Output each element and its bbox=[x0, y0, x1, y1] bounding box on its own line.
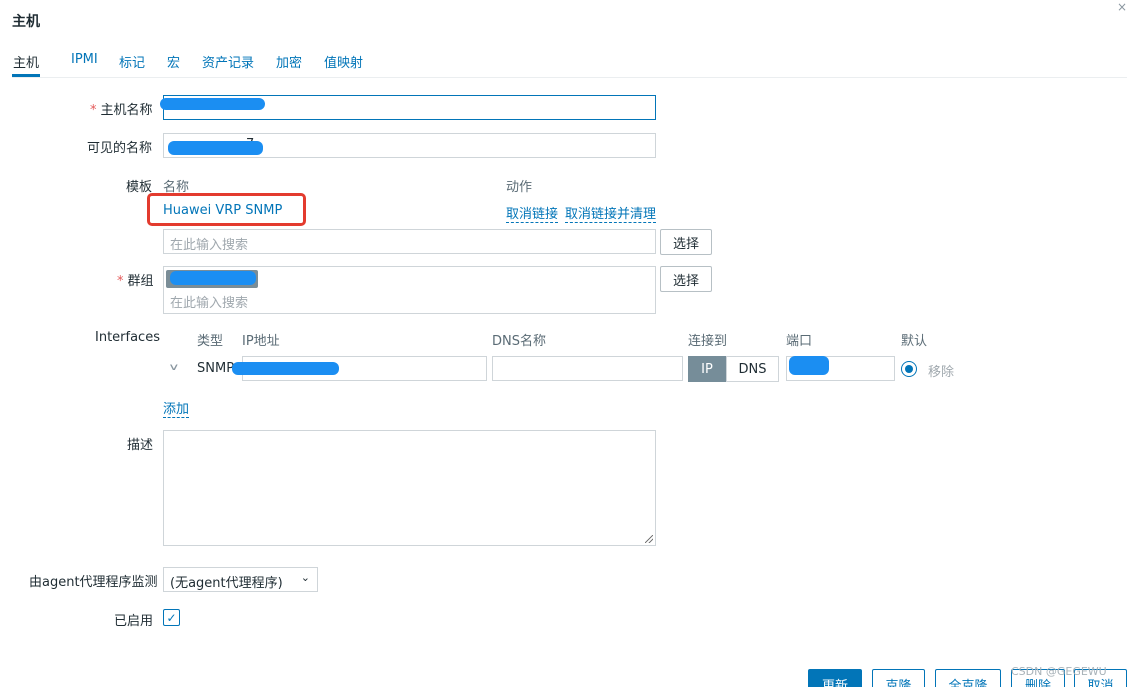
chevron-down-icon: ⌄ bbox=[300, 571, 310, 584]
proxy-value: (无agent代理程序) bbox=[170, 576, 283, 591]
redaction-mark bbox=[232, 362, 339, 375]
highlight-box bbox=[147, 193, 306, 226]
tab-inventory[interactable]: 资产记录 bbox=[202, 52, 254, 77]
host-dialog: 主机 × 主机 IPMI 标记 宏 资产记录 加密 值映射 * 主机名称 可见的名… bbox=[0, 0, 1127, 687]
resize-grip-icon[interactable] bbox=[645, 535, 653, 543]
iface-col-default: 默认 bbox=[901, 334, 928, 349]
iface-col-port: 端口 bbox=[786, 334, 813, 349]
iface-col-ip: IP地址 bbox=[242, 334, 280, 349]
template-search-placeholder: 在此输入搜索 bbox=[170, 238, 249, 253]
tab-tags[interactable]: 标记 bbox=[119, 52, 145, 77]
template-search-input[interactable]: 在此输入搜索 bbox=[163, 229, 656, 254]
full-clone-button[interactable]: 全克隆 bbox=[935, 669, 1001, 687]
redaction-mark bbox=[168, 141, 263, 155]
tab-value-mapping[interactable]: 值映射 bbox=[324, 52, 363, 77]
close-icon[interactable]: × bbox=[1117, 0, 1127, 14]
templates-col-action: 动作 bbox=[506, 180, 533, 195]
redaction-mark bbox=[160, 98, 265, 110]
unlink-link[interactable]: 取消链接 bbox=[506, 203, 559, 223]
enabled-label: 已启用 bbox=[114, 614, 154, 629]
redaction-mark bbox=[789, 356, 829, 375]
connect-dns-toggle[interactable]: DNS bbox=[726, 356, 779, 382]
iface-type: SNMP bbox=[197, 361, 235, 376]
tab-ipmi[interactable]: IPMI bbox=[71, 52, 98, 77]
iface-col-dns: DNS名称 bbox=[492, 334, 546, 349]
enabled-checkbox[interactable]: ✓ bbox=[163, 609, 180, 626]
tab-macros[interactable]: 宏 bbox=[167, 52, 180, 77]
tab-encryption[interactable]: 加密 bbox=[276, 52, 302, 77]
description-textarea[interactable] bbox=[163, 430, 656, 546]
interfaces-label: Interfaces bbox=[95, 330, 160, 345]
iface-col-type: 类型 bbox=[197, 334, 224, 349]
description-label: 描述 bbox=[127, 438, 154, 453]
remove-link[interactable]: 移除 bbox=[928, 361, 954, 380]
proxy-select[interactable]: (无agent代理程序) ⌄ bbox=[163, 567, 318, 592]
default-radio[interactable] bbox=[901, 361, 917, 377]
update-button[interactable]: 更新 bbox=[808, 669, 862, 687]
unlink-clear-link[interactable]: 取消链接并清理 bbox=[565, 203, 657, 223]
chevron-down-icon[interactable]: ∨ bbox=[168, 361, 180, 372]
connect-ip-toggle[interactable]: IP bbox=[688, 356, 726, 382]
dialog-title: 主机 bbox=[12, 14, 40, 30]
redaction-mark bbox=[170, 271, 256, 285]
tab-bar: 主机 IPMI 标记 宏 资产记录 加密 值映射 bbox=[12, 52, 1127, 78]
groups-label: * 群组 bbox=[117, 274, 154, 289]
add-interface-link[interactable]: 添加 bbox=[163, 398, 190, 418]
groups-select-button[interactable]: 选择 bbox=[660, 266, 712, 292]
template-select-button[interactable]: 选择 bbox=[660, 229, 712, 255]
watermark: CSDN @GEGEWU bbox=[1011, 665, 1107, 678]
groups-search-placeholder: 在此输入搜索 bbox=[170, 296, 249, 311]
clone-button[interactable]: 克隆 bbox=[872, 669, 925, 687]
iface-col-connect: 连接到 bbox=[688, 334, 728, 349]
iface-dns-input[interactable] bbox=[492, 356, 683, 381]
host-name-label: * 主机名称 bbox=[90, 103, 153, 118]
tab-host[interactable]: 主机 bbox=[12, 52, 41, 77]
templates-label: 模板 bbox=[126, 180, 153, 195]
proxy-label: 由agent代理程序监测 bbox=[29, 575, 158, 590]
visible-name-label: 可见的名称 bbox=[87, 141, 153, 156]
